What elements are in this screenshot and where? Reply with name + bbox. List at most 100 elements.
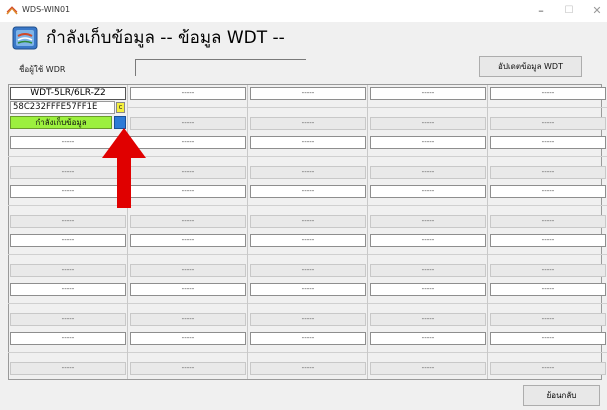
device-cell[interactable]: ----- -----: [488, 134, 607, 183]
row-divider: [8, 303, 128, 304]
device-slot-status: -----: [10, 313, 126, 326]
row-divider: [368, 352, 488, 353]
title-bar: WDS-WIN01 – ☐ ✕: [0, 0, 607, 22]
device-slot-label: -----: [250, 332, 366, 345]
row-divider: [488, 156, 607, 157]
row-divider: [248, 205, 368, 206]
row-divider: [248, 107, 368, 108]
row-divider: [8, 352, 128, 353]
row-divider: [128, 254, 248, 255]
device-slot-status: -----: [490, 313, 606, 326]
device-cell[interactable]: ----- -----: [128, 330, 248, 379]
device-slot-status: -----: [370, 117, 486, 130]
device-slot-label: -----: [130, 234, 246, 247]
row-divider: [248, 254, 368, 255]
device-slot-status: -----: [130, 264, 246, 277]
close-button[interactable]: ✕: [584, 3, 607, 19]
device-cell[interactable]: ----- -----: [488, 85, 607, 134]
row-divider: [368, 254, 488, 255]
device-slot-label: -----: [490, 283, 606, 296]
device-slot-label: -----: [10, 283, 126, 296]
device-slot-status: -----: [250, 166, 366, 179]
back-button[interactable]: ย้อนกลับ: [523, 385, 600, 406]
device-cell[interactable]: ----- -----: [368, 330, 488, 379]
device-slot-status: -----: [250, 264, 366, 277]
device-slot-status: -----: [490, 117, 606, 130]
device-slot-label: -----: [250, 234, 366, 247]
device-slot-status: -----: [490, 215, 606, 228]
device-grid: WDT-5LR/6LR-Z2 58C232FFFE57FF1E c กำลังเก็บ…: [8, 84, 607, 380]
device-cell[interactable]: ----- -----: [368, 232, 488, 281]
page-title: กำลังเก็บข้อมูล -- ข้อมูล WDT --: [46, 28, 285, 48]
device-cell[interactable]: ----- -----: [8, 232, 128, 281]
device-slot-status: -----: [370, 166, 486, 179]
device-cell[interactable]: ----- -----: [8, 330, 128, 379]
device-slot-label: -----: [250, 136, 366, 149]
device-cell[interactable]: ----- -----: [248, 183, 368, 232]
device-slot-label: -----: [370, 332, 486, 345]
device-slot-label: -----: [10, 332, 126, 345]
user-label: ชื่อผู้ใช้ WDR: [19, 65, 66, 74]
device-slot-label: -----: [490, 87, 606, 100]
red-arrow-annotation: [102, 128, 146, 208]
device-cell[interactable]: ----- -----: [248, 134, 368, 183]
device-cell[interactable]: ----- -----: [248, 281, 368, 330]
update-wdt-button[interactable]: อัปเดตข้อมูล WDT: [479, 56, 582, 77]
device-slot-status: -----: [490, 362, 606, 375]
device-slot-status: -----: [130, 215, 246, 228]
row-divider: [488, 205, 607, 206]
row-divider: [488, 303, 607, 304]
device-cell[interactable]: ----- -----: [128, 281, 248, 330]
device-slot-status: -----: [130, 313, 246, 326]
user-name-field: [135, 59, 306, 76]
device-slot-status: -----: [250, 362, 366, 375]
wdt-device-icon: [12, 26, 38, 50]
device-cell[interactable]: ----- -----: [488, 281, 607, 330]
device-cell[interactable]: ----- -----: [128, 232, 248, 281]
minimize-button[interactable]: –: [528, 3, 554, 19]
device-slot-status: -----: [250, 117, 366, 130]
device-model-field: WDT-5LR/6LR-Z2: [10, 87, 126, 100]
device-cell[interactable]: ----- -----: [248, 85, 368, 134]
device-cell[interactable]: ----- -----: [488, 330, 607, 379]
row-divider: [488, 352, 607, 353]
connection-badge: c: [116, 102, 125, 113]
device-slot-status: -----: [490, 264, 606, 277]
device-cell[interactable]: ----- -----: [368, 134, 488, 183]
row-divider: [248, 352, 368, 353]
device-slot-status: -----: [10, 362, 126, 375]
device-slot-status: -----: [370, 264, 486, 277]
device-cell[interactable]: ----- -----: [8, 281, 128, 330]
device-cell[interactable]: ----- -----: [488, 183, 607, 232]
device-slot-status: -----: [370, 215, 486, 228]
collecting-status: กำลังเก็บข้อมูล: [10, 116, 112, 129]
device-slot-label: -----: [130, 332, 246, 345]
maximize-button[interactable]: ☐: [556, 3, 582, 19]
device-cell[interactable]: ----- -----: [488, 232, 607, 281]
device-slot-label: -----: [10, 234, 126, 247]
device-slot-status: -----: [130, 362, 246, 375]
device-slot-status: -----: [10, 264, 126, 277]
device-slot-label: -----: [490, 332, 606, 345]
device-cell-active[interactable]: WDT-5LR/6LR-Z2 58C232FFFE57FF1E c กำลังเก็บ…: [8, 85, 128, 134]
device-cell[interactable]: ----- -----: [368, 85, 488, 134]
row-divider: [8, 254, 128, 255]
device-slot-label: -----: [250, 87, 366, 100]
device-slot-status: -----: [490, 166, 606, 179]
device-slot-status: -----: [370, 313, 486, 326]
device-cell[interactable]: ----- -----: [248, 232, 368, 281]
row-divider: [128, 303, 248, 304]
device-cell[interactable]: ----- -----: [368, 281, 488, 330]
device-slot-label: -----: [370, 283, 486, 296]
row-divider: [368, 303, 488, 304]
device-slot-label: -----: [490, 136, 606, 149]
row-divider: [248, 156, 368, 157]
device-id-field: 58C232FFFE57FF1E: [10, 101, 115, 114]
row-divider: [248, 303, 368, 304]
device-cell[interactable]: ----- -----: [368, 183, 488, 232]
device-cell[interactable]: ----- -----: [248, 330, 368, 379]
device-slot-label: -----: [370, 185, 486, 198]
device-slot-label: -----: [370, 136, 486, 149]
device-cell[interactable]: ----- -----: [128, 85, 248, 134]
row-divider: [488, 107, 607, 108]
